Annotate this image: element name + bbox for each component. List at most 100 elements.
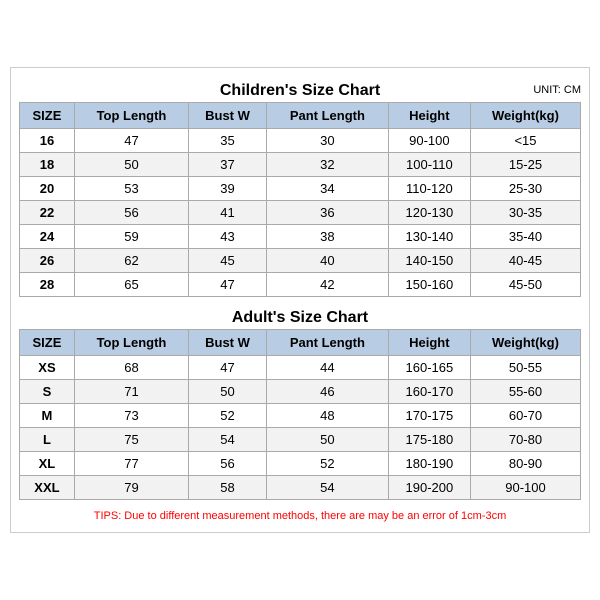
table-row: 20533934110-12025-30	[20, 177, 581, 201]
table-cell: 48	[266, 404, 388, 428]
adult-col-header-bust-w: Bust W	[189, 330, 267, 356]
table-cell: 32	[266, 153, 388, 177]
table-cell: 62	[74, 249, 188, 273]
chart-container: Children's Size Chart UNIT: CM SIZE Top …	[10, 67, 590, 533]
table-cell: XL	[20, 452, 75, 476]
table-row: XL775652180-19080-90	[20, 452, 581, 476]
adult-col-header-height: Height	[388, 330, 470, 356]
table-cell: 20	[20, 177, 75, 201]
table-cell: 26	[20, 249, 75, 273]
table-cell: 25-30	[470, 177, 580, 201]
adult-col-header-pant-length: Pant Length	[266, 330, 388, 356]
table-cell: 120-130	[388, 201, 470, 225]
table-cell: 50	[189, 380, 267, 404]
table-cell: 65	[74, 273, 188, 297]
adult-col-header-size: SIZE	[20, 330, 75, 356]
table-cell: 79	[74, 476, 188, 500]
table-cell: 40-45	[470, 249, 580, 273]
table-cell: 52	[189, 404, 267, 428]
table-cell: 50-55	[470, 356, 580, 380]
table-cell: 180-190	[388, 452, 470, 476]
table-cell: 68	[74, 356, 188, 380]
table-cell: 46	[266, 380, 388, 404]
table-row: 22564136120-13030-35	[20, 201, 581, 225]
table-row: M735248170-17560-70	[20, 404, 581, 428]
table-cell: 22	[20, 201, 75, 225]
table-row: XXL795854190-20090-100	[20, 476, 581, 500]
table-cell: 47	[189, 273, 267, 297]
table-cell: 42	[266, 273, 388, 297]
table-cell: 39	[189, 177, 267, 201]
table-cell: 160-165	[388, 356, 470, 380]
table-row: 1647353090-100<15	[20, 129, 581, 153]
table-cell: S	[20, 380, 75, 404]
table-cell: 18	[20, 153, 75, 177]
table-cell: 35-40	[470, 225, 580, 249]
col-header-pant-length: Pant Length	[266, 103, 388, 129]
col-header-bust-w: Bust W	[189, 103, 267, 129]
table-cell: 56	[74, 201, 188, 225]
table-cell: 140-150	[388, 249, 470, 273]
table-cell: 24	[20, 225, 75, 249]
table-cell: 30	[266, 129, 388, 153]
table-cell: XXL	[20, 476, 75, 500]
table-cell: 130-140	[388, 225, 470, 249]
table-cell: 150-160	[388, 273, 470, 297]
table-cell: 80-90	[470, 452, 580, 476]
table-cell: 55-60	[470, 380, 580, 404]
table-cell: 90-100	[470, 476, 580, 500]
table-cell: XS	[20, 356, 75, 380]
table-cell: 50	[74, 153, 188, 177]
table-cell: 44	[266, 356, 388, 380]
col-header-height: Height	[388, 103, 470, 129]
children-section-title: Children's Size Chart UNIT: CM	[19, 76, 581, 102]
table-cell: 16	[20, 129, 75, 153]
table-cell: 47	[189, 356, 267, 380]
tips-text: TIPS: Due to different measurement metho…	[19, 506, 581, 524]
adult-title-text: Adult's Size Chart	[232, 309, 368, 326]
table-cell: 56	[189, 452, 267, 476]
table-cell: M	[20, 404, 75, 428]
table-cell: 53	[74, 177, 188, 201]
table-cell: 30-35	[470, 201, 580, 225]
table-cell: 45	[189, 249, 267, 273]
adult-table: SIZE Top Length Bust W Pant Length Heigh…	[19, 329, 581, 500]
col-header-weight: Weight(kg)	[470, 103, 580, 129]
table-row: 26624540140-15040-45	[20, 249, 581, 273]
table-row: 24594338130-14035-40	[20, 225, 581, 249]
adult-section-title: Adult's Size Chart	[19, 303, 581, 329]
table-cell: 45-50	[470, 273, 580, 297]
table-cell: <15	[470, 129, 580, 153]
table-cell: 52	[266, 452, 388, 476]
children-header-row: SIZE Top Length Bust W Pant Length Heigh…	[20, 103, 581, 129]
table-row: L755450175-18070-80	[20, 428, 581, 452]
col-header-top-length: Top Length	[74, 103, 188, 129]
table-cell: 54	[189, 428, 267, 452]
table-cell: 36	[266, 201, 388, 225]
table-cell: 37	[189, 153, 267, 177]
unit-label: UNIT: CM	[533, 84, 581, 96]
table-cell: 59	[74, 225, 188, 249]
table-row: 18503732100-11015-25	[20, 153, 581, 177]
table-cell: 190-200	[388, 476, 470, 500]
table-row: S715046160-17055-60	[20, 380, 581, 404]
adult-header-row: SIZE Top Length Bust W Pant Length Heigh…	[20, 330, 581, 356]
table-cell: 73	[74, 404, 188, 428]
adult-col-header-weight: Weight(kg)	[470, 330, 580, 356]
table-cell: 47	[74, 129, 188, 153]
table-cell: L	[20, 428, 75, 452]
table-row: 28654742150-16045-50	[20, 273, 581, 297]
table-cell: 28	[20, 273, 75, 297]
table-cell: 34	[266, 177, 388, 201]
table-cell: 110-120	[388, 177, 470, 201]
children-title-text: Children's Size Chart	[220, 82, 380, 99]
table-cell: 35	[189, 129, 267, 153]
table-cell: 77	[74, 452, 188, 476]
table-cell: 100-110	[388, 153, 470, 177]
table-cell: 60-70	[470, 404, 580, 428]
children-table: SIZE Top Length Bust W Pant Length Heigh…	[19, 102, 581, 297]
table-cell: 54	[266, 476, 388, 500]
table-cell: 43	[189, 225, 267, 249]
table-cell: 175-180	[388, 428, 470, 452]
table-cell: 50	[266, 428, 388, 452]
